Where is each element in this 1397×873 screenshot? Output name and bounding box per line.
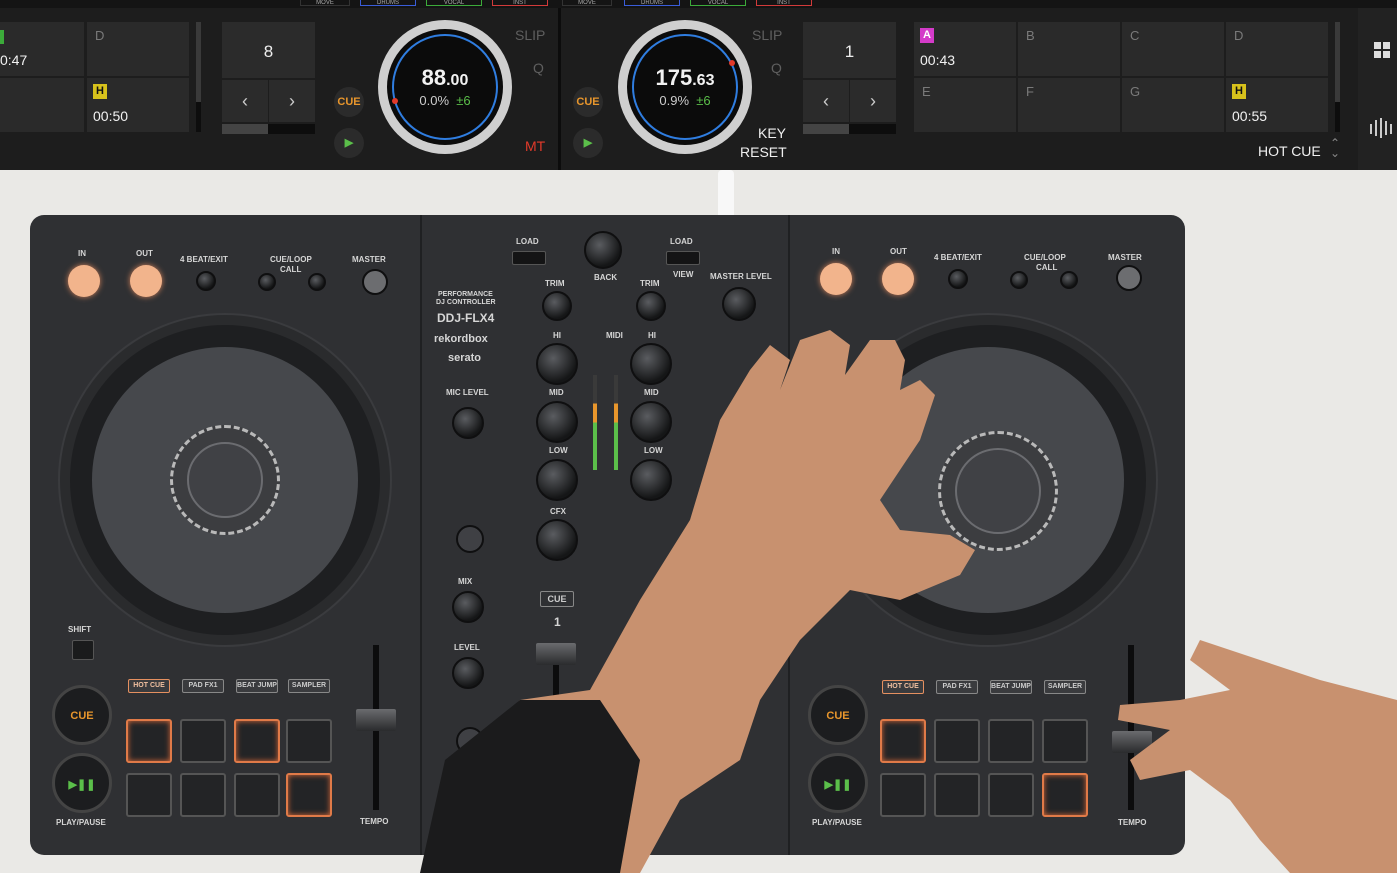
left-hand: [1118, 640, 1397, 873]
sleeve: [420, 700, 640, 873]
hands-overlay: [420, 330, 1397, 873]
